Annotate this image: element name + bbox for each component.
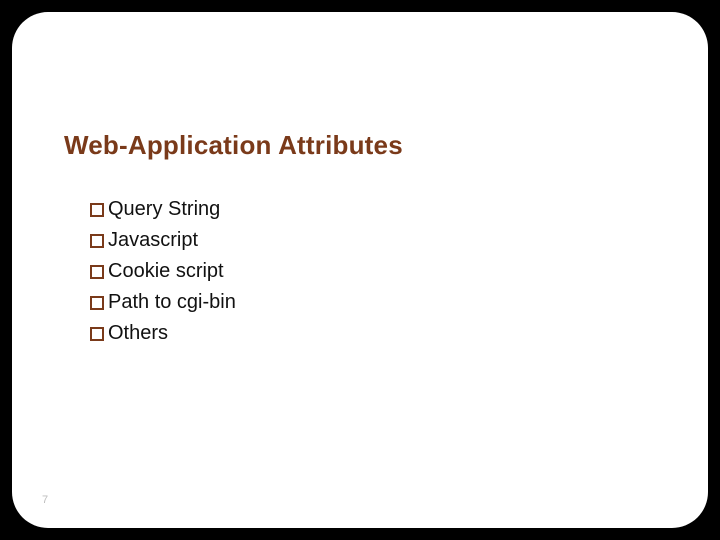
square-bullet-icon [90, 203, 104, 217]
list-item-label: Javascript [108, 229, 198, 252]
page-number: 7 [42, 494, 48, 506]
list-item: Others [90, 322, 236, 345]
square-bullet-icon [90, 296, 104, 310]
list-item-label: Path to cgi-bin [108, 291, 236, 314]
square-bullet-icon [90, 265, 104, 279]
list-item: Query String [90, 198, 236, 221]
list-item-label: Cookie script [108, 260, 224, 283]
list-item-label: Others [108, 322, 168, 345]
list-item-label: Query String [108, 198, 220, 221]
slide: Web-Application Attributes Query String … [12, 12, 708, 528]
list-item: Cookie script [90, 260, 236, 283]
square-bullet-icon [90, 234, 104, 248]
slide-title: Web-Application Attributes [64, 130, 403, 161]
bullet-list: Query String Javascript Cookie script Pa… [90, 198, 236, 353]
list-item: Javascript [90, 229, 236, 252]
list-item: Path to cgi-bin [90, 291, 236, 314]
square-bullet-icon [90, 327, 104, 341]
